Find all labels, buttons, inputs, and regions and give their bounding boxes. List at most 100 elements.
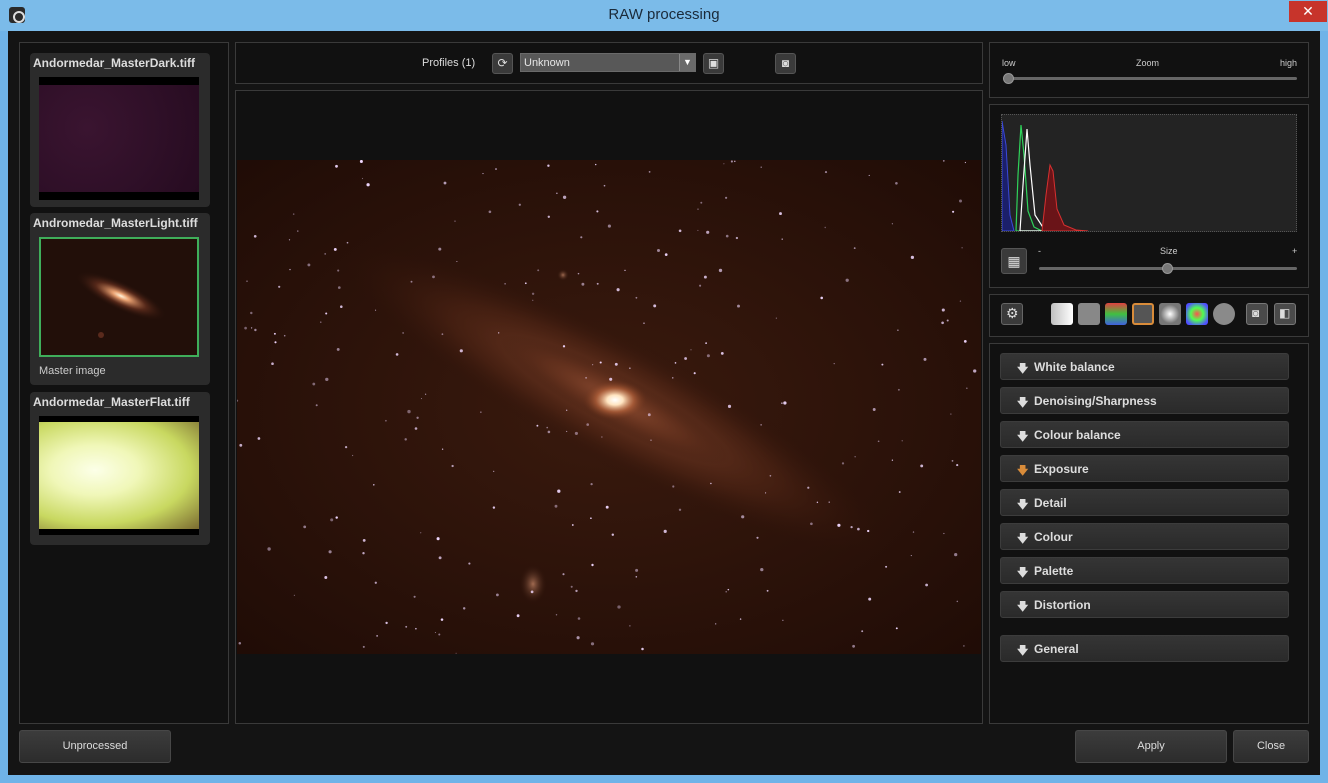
- camera-tool-icon[interactable]: ◙: [1246, 303, 1268, 325]
- thumbnail-dark[interactable]: Andormedar_MasterDark.tiff: [30, 53, 210, 207]
- star: [816, 501, 819, 504]
- unprocessed-button[interactable]: Unprocessed: [19, 730, 171, 763]
- thumbnail-flat[interactable]: Andormedar_MasterFlat.tiff: [30, 392, 210, 545]
- star: [952, 210, 955, 213]
- star: [841, 462, 845, 465]
- thumbnail-name: Andormedar_MasterFlat.tiff: [33, 395, 190, 409]
- star: [420, 398, 423, 400]
- star: [895, 182, 898, 185]
- star: [325, 312, 328, 315]
- white-balance-tool-icon[interactable]: [1051, 303, 1073, 325]
- colour-balance-tool-icon[interactable]: [1105, 303, 1127, 325]
- zoom-slider[interactable]: [1004, 77, 1297, 80]
- section-detail[interactable]: 🡇 Detail: [1000, 489, 1289, 516]
- histogram-panel: ▦ - Size +: [989, 104, 1309, 288]
- section-colour[interactable]: 🡇 Colour: [1000, 523, 1289, 550]
- section-label: Distortion: [1034, 598, 1091, 612]
- star: [715, 623, 717, 625]
- save-profile-button[interactable]: ▣: [703, 53, 724, 74]
- star: [595, 163, 597, 166]
- star: [557, 489, 561, 493]
- raw-processing-window: RAW processing ✕ Andormedar_MasterDark.t…: [0, 0, 1328, 783]
- star: [239, 443, 243, 447]
- arrow-down-icon: 🡇: [1017, 601, 1029, 613]
- star: [635, 576, 638, 578]
- thumbnail-light[interactable]: Andromedar_MasterLight.tiff Master image: [30, 213, 210, 385]
- star: [254, 328, 257, 332]
- star: [734, 160, 736, 163]
- size-minus-label: -: [1038, 246, 1041, 256]
- colour-tool-icon[interactable]: [1186, 303, 1208, 325]
- star: [881, 363, 884, 366]
- star: [765, 492, 767, 494]
- apply-button[interactable]: Apply: [1075, 730, 1227, 763]
- flat-frame-image: [39, 416, 199, 535]
- compare-tool-icon[interactable]: ◧: [1274, 303, 1296, 325]
- refresh-profiles-button[interactable]: ⟳: [492, 53, 513, 74]
- star: [760, 424, 762, 426]
- star: [273, 332, 276, 335]
- star: [366, 183, 370, 187]
- zoom-label: Zoom: [1136, 58, 1160, 68]
- star: [828, 501, 830, 503]
- star: [656, 248, 661, 253]
- section-white-balance[interactable]: 🡇 White balance: [1000, 353, 1289, 380]
- section-colour-balance[interactable]: 🡇 Colour balance: [1000, 421, 1289, 448]
- star: [293, 594, 295, 596]
- star: [590, 517, 592, 520]
- section-distortion[interactable]: 🡇 Distortion: [1000, 591, 1289, 618]
- star: [756, 536, 759, 539]
- star: [547, 430, 551, 434]
- settings-gear-icon[interactable]: ⚙: [1001, 303, 1023, 325]
- star: [706, 230, 710, 234]
- noise-tool-icon[interactable]: [1078, 303, 1100, 325]
- profile-select[interactable]: Unknown ▼: [520, 53, 696, 72]
- section-exposure[interactable]: 🡇 Exposure: [1000, 455, 1289, 482]
- star: [576, 636, 580, 640]
- star: [554, 504, 558, 508]
- star: [312, 382, 316, 386]
- detail-tool-icon[interactable]: [1159, 303, 1181, 325]
- size-slider-knob[interactable]: [1162, 263, 1173, 274]
- star: [250, 327, 253, 329]
- section-label: Exposure: [1034, 462, 1089, 476]
- grid-toggle-button[interactable]: ▦: [1001, 248, 1027, 274]
- star: [336, 347, 340, 351]
- star: [672, 485, 675, 488]
- snapshot-button[interactable]: ◙: [775, 53, 796, 74]
- star: [333, 247, 337, 251]
- star: [616, 288, 620, 292]
- star: [324, 253, 327, 255]
- star: [493, 470, 495, 473]
- star: [438, 633, 441, 636]
- star: [725, 196, 728, 199]
- star: [344, 445, 348, 449]
- star: [912, 531, 915, 533]
- star: [271, 362, 274, 366]
- star: [536, 424, 539, 427]
- star: [556, 192, 558, 194]
- star: [943, 532, 945, 535]
- star: [498, 332, 500, 334]
- star: [436, 537, 440, 541]
- star: [451, 464, 454, 468]
- section-palette[interactable]: 🡇 Palette: [1000, 557, 1289, 584]
- star: [562, 573, 565, 576]
- section-denoising-sharpness[interactable]: 🡇 Denoising/Sharpness: [1000, 387, 1289, 414]
- palette-tool-icon[interactable]: [1213, 303, 1235, 325]
- star: [438, 556, 442, 560]
- star: [647, 413, 651, 417]
- star: [585, 376, 588, 379]
- thumbnail-panel: Andormedar_MasterDark.tiff Andromedar_Ma…: [19, 42, 229, 724]
- star: [601, 436, 603, 438]
- star: [586, 423, 590, 426]
- preview-image[interactable]: [237, 160, 981, 654]
- section-general[interactable]: 🡇 General: [1000, 635, 1289, 662]
- star: [315, 404, 318, 407]
- zoom-slider-knob[interactable]: [1003, 73, 1014, 84]
- exposure-tool-icon[interactable]: [1132, 303, 1154, 325]
- star: [307, 263, 311, 267]
- window-close-button[interactable]: ✕: [1289, 1, 1327, 22]
- star: [898, 491, 901, 493]
- close-button[interactable]: Close: [1233, 730, 1309, 763]
